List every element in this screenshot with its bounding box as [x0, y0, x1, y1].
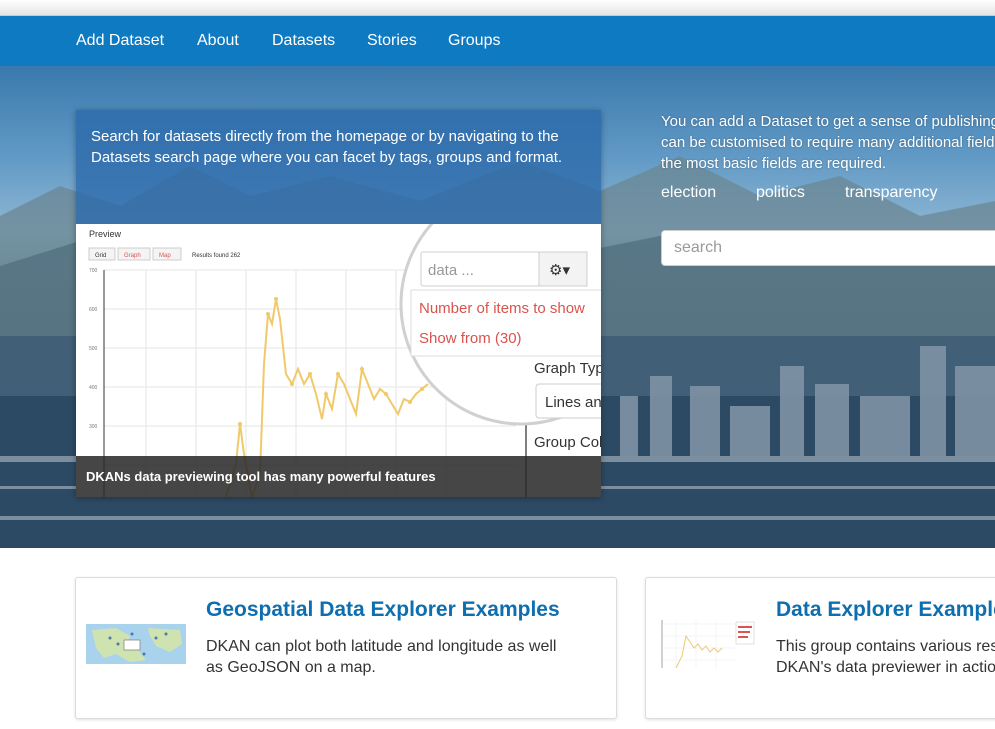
tag-election[interactable]: election [661, 184, 716, 202]
gear-icon: ⚙▾ [549, 261, 570, 279]
browser-top-strip [0, 0, 995, 16]
nav-groups[interactable]: Groups [448, 32, 500, 50]
y-tick: 400 [89, 385, 98, 391]
magnifier-callout: data ... ⚙▾ Number of items to show Show… [399, 224, 601, 451]
preview-search-placeholder: data ... [428, 262, 474, 279]
map-button-label: Map [159, 253, 171, 259]
preview-title: Preview [89, 229, 122, 239]
hero-right-line-2: can be customised to require many additi… [661, 134, 995, 151]
hero-feature-card: Search for datasets directly from the ho… [76, 110, 601, 497]
group-card-data-explorer[interactable]: Data Explorer Examples This group contai… [645, 577, 995, 719]
menu-item-items-to-show: Number of items to show [419, 300, 585, 317]
y-tick: 300 [89, 424, 98, 430]
nav-stories[interactable]: Stories [367, 32, 417, 50]
grid-button-label: Grid [95, 253, 106, 259]
search-input[interactable] [661, 230, 995, 266]
tag-list: election politics transparency [661, 184, 995, 208]
hero-right-panel: You can add a Dataset to get a sense of … [661, 111, 995, 208]
preview-caption: DKANs data previewing tool has many powe… [76, 456, 601, 497]
tag-politics[interactable]: politics [756, 184, 805, 202]
graph-type-label: Graph Type [534, 360, 601, 377]
graph-button-label: Graph [124, 253, 141, 259]
nav-about[interactable]: About [197, 32, 239, 50]
group-column-label: Group Column [534, 434, 601, 451]
menu-item-show-from: Show from (30) [419, 330, 522, 347]
card-title-data-explorer[interactable]: Data Explorer Examples [776, 598, 995, 622]
graph-thumbnail-icon [656, 612, 756, 672]
tag-transparency[interactable]: transparency [845, 184, 938, 202]
y-tick: 500 [89, 346, 98, 352]
hero-right-line-1: You can add a Dataset to get a sense of … [661, 113, 995, 130]
group-card-geospatial[interactable]: Geospatial Data Explorer Examples DKAN c… [75, 577, 617, 719]
card-description-geospatial: DKAN can plot both latitude and longitud… [206, 638, 557, 676]
data-preview-screenshot: Preview Grid Graph Map Results found 262… [76, 224, 601, 497]
hero-right-line-3: the most basic fields are required. [661, 155, 887, 172]
hero-description: Search for datasets directly from the ho… [91, 128, 563, 166]
nav-add-dataset[interactable]: Add Dataset [76, 32, 164, 50]
results-count: Results found 262 [192, 253, 241, 259]
y-tick: 700 [89, 268, 98, 274]
card-description-data-explorer: This group contains various resources sh… [776, 638, 995, 676]
y-tick: 600 [89, 307, 98, 313]
card-title-geospatial[interactable]: Geospatial Data Explorer Examples [206, 598, 560, 622]
hero-section: Search for datasets directly from the ho… [0, 66, 995, 548]
map-thumbnail-icon [86, 624, 186, 664]
lines-select-value: Lines and [545, 394, 601, 411]
nav-datasets[interactable]: Datasets [272, 32, 335, 50]
main-navbar: Add Dataset About Datasets Stories Group… [0, 16, 995, 66]
